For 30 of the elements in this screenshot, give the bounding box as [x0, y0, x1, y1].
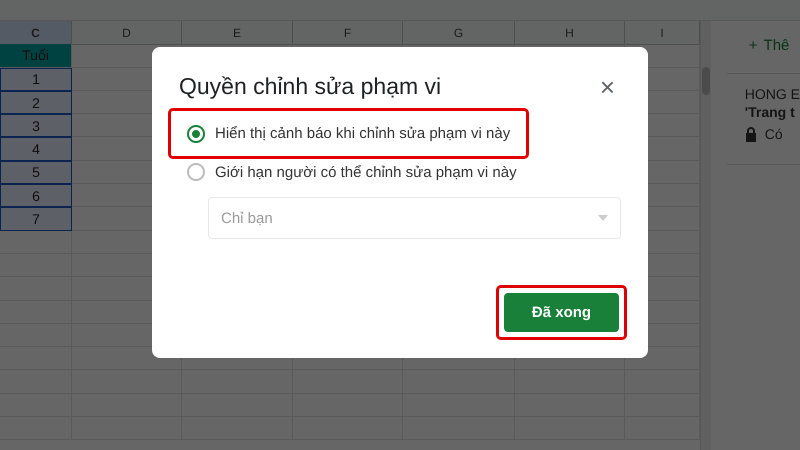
option-label[interactable]: Giới hạn người có thể chỉnh sửa phạm vi này: [215, 164, 517, 180]
column-header[interactable]: D: [72, 21, 182, 45]
column-header[interactable]: C: [0, 21, 72, 45]
dialog-title: Quyền chỉnh sửa phạm vi: [179, 73, 442, 100]
table-cell: 4: [0, 137, 72, 161]
column-header[interactable]: H: [515, 21, 625, 45]
range-owner: HONG E: [744, 86, 800, 102]
caret-icon: [598, 215, 608, 221]
column-header[interactable]: G: [403, 21, 515, 45]
add-range-button[interactable]: + Thê: [726, 21, 800, 73]
radio-button[interactable]: [187, 163, 205, 181]
column-header[interactable]: E: [182, 21, 293, 45]
table-cell: [0, 230, 72, 254]
table-cell: 7: [0, 207, 72, 231]
close-button[interactable]: ×: [594, 74, 621, 100]
column-header[interactable]: F: [293, 21, 403, 45]
table-cell: 2: [0, 90, 72, 114]
done-button[interactable]: Đã xong: [504, 293, 619, 332]
scrollbar-thumb[interactable]: [702, 67, 710, 95]
radio-button[interactable]: [187, 124, 205, 142]
permission-text: Có: [764, 126, 783, 142]
option-label[interactable]: Hiển thị cảnh báo khi chỉnh sửa phạm vi này: [215, 125, 510, 142]
column-header[interactable]: I: [625, 21, 700, 45]
protected-range-card[interactable]: HONG E 'Trang t Có: [726, 73, 800, 165]
lock-icon: [744, 126, 757, 142]
table-cell: 3: [0, 114, 72, 138]
table-cell: 6: [0, 184, 72, 208]
table-cell: 5: [0, 160, 72, 184]
range-sheet-name: 'Trang t: [744, 104, 796, 120]
table-cell: 1: [0, 68, 72, 91]
